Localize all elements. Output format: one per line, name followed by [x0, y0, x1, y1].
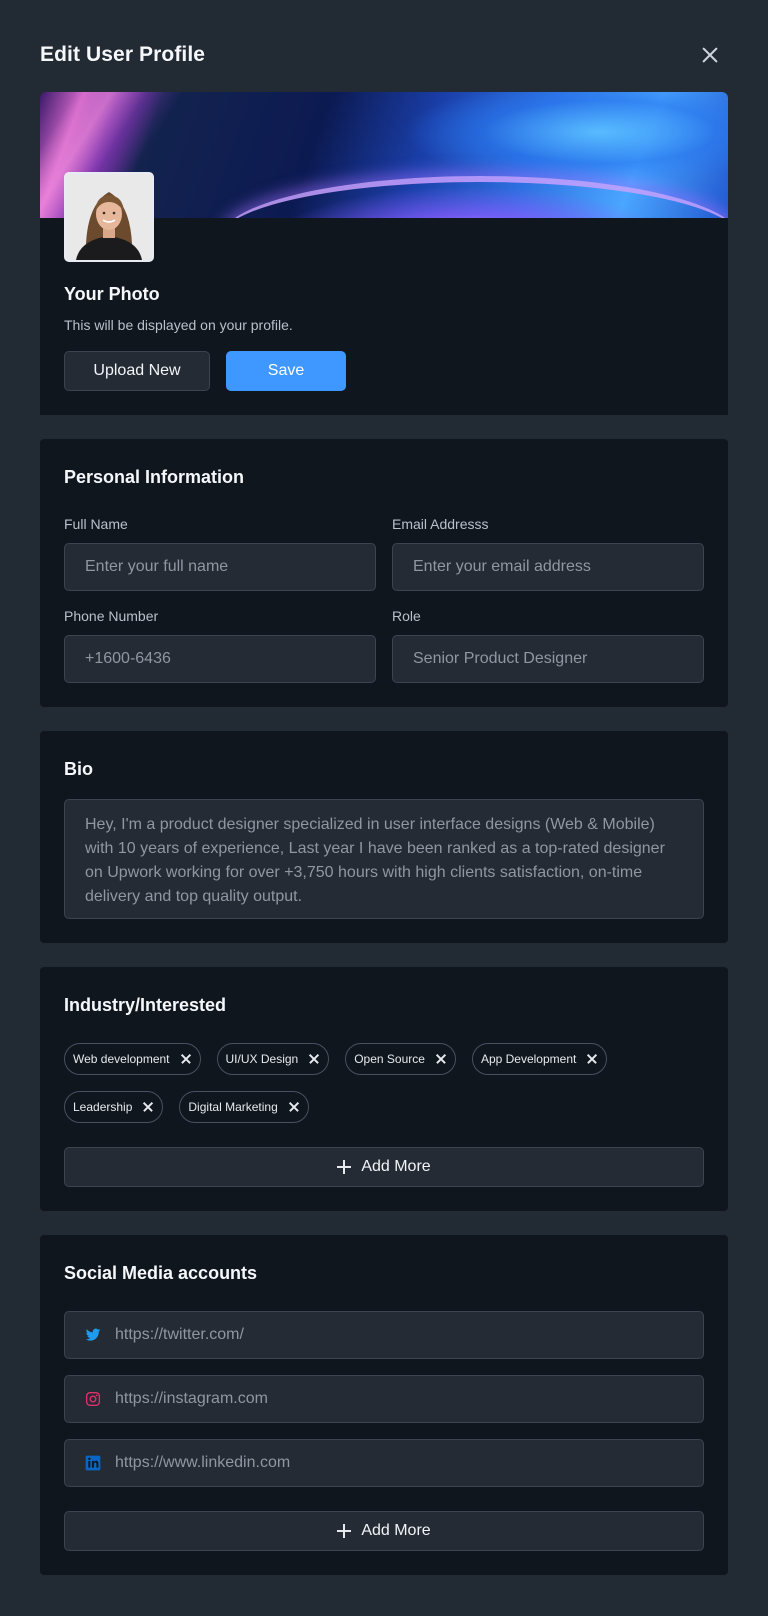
twitter-field[interactable]: https://twitter.com/: [64, 1311, 704, 1359]
full-name-field[interactable]: Enter your full name: [64, 543, 376, 591]
email-field[interactable]: Enter your email address: [392, 543, 704, 591]
dialog-header: Edit User Profile: [40, 40, 728, 70]
instagram-field[interactable]: https://instagram.com: [64, 1375, 704, 1423]
email-placeholder: Enter your email address: [413, 558, 591, 575]
tag-label: Open Source: [354, 1052, 425, 1066]
avatar-portrait-image: [66, 174, 152, 260]
remove-tag-icon[interactable]: [308, 1053, 320, 1065]
close-icon[interactable]: [698, 43, 722, 67]
edit-profile-dialog: Edit User Profile Your Photo This will b…: [0, 0, 768, 1616]
linkedin-icon: [85, 1455, 101, 1471]
remove-tag-icon[interactable]: [288, 1101, 300, 1113]
add-more-label: Add More: [361, 1522, 431, 1539]
dialog-title: Edit User Profile: [40, 43, 206, 66]
plus-icon: [337, 1524, 352, 1538]
tag-label: Web development: [73, 1052, 170, 1066]
remove-tag-icon[interactable]: [435, 1053, 447, 1065]
instagram-url: https://instagram.com: [115, 1390, 268, 1407]
industry-tag[interactable]: App Development: [471, 1043, 608, 1075]
social-media-title: Social Media accounts: [64, 1263, 258, 1283]
phone-field[interactable]: +1600-6436: [64, 635, 376, 683]
industry-card: Industry/Interested Web development UI/U…: [40, 967, 728, 1211]
personal-information-title: Personal Information: [64, 467, 245, 487]
industry-tags: Web development UI/UX Design Open Source…: [64, 1043, 704, 1123]
linkedin-url: https://www.linkedin.com: [115, 1454, 291, 1471]
social-media-card: Social Media accounts https://twitter.co…: [40, 1235, 728, 1575]
tag-label: App Development: [480, 1052, 577, 1066]
role-field[interactable]: Senior Product Designer: [392, 635, 704, 683]
save-button[interactable]: Save: [226, 351, 346, 391]
industry-tag[interactable]: Open Source: [345, 1043, 456, 1075]
instagram-icon: [85, 1391, 101, 1407]
tag-label: Leadership: [73, 1100, 133, 1114]
add-more-social-button[interactable]: Add More: [64, 1511, 704, 1551]
bio-card: Bio Hey, I'm a product designer speciali…: [40, 731, 728, 943]
add-more-industry-button[interactable]: Add More: [64, 1147, 704, 1187]
remove-tag-icon[interactable]: [142, 1101, 154, 1113]
photo-title: Your Photo: [64, 284, 160, 304]
industry-title: Industry/Interested: [64, 995, 227, 1015]
linkedin-field[interactable]: https://www.linkedin.com: [64, 1439, 704, 1487]
photo-subtitle: This will be displayed on your profile.: [64, 317, 293, 333]
role-label: Role: [392, 608, 421, 624]
twitter-url: https://twitter.com/: [115, 1326, 244, 1343]
phone-label: Phone Number: [64, 608, 159, 624]
avatar[interactable]: [64, 172, 154, 262]
personal-information-card: Personal Information Full Name Enter you…: [40, 439, 728, 707]
industry-tag[interactable]: Digital Marketing: [179, 1091, 309, 1123]
add-more-label: Add More: [361, 1158, 431, 1175]
industry-tag[interactable]: Leadership: [64, 1091, 164, 1123]
tag-label: Digital Marketing: [188, 1100, 278, 1114]
plus-icon: [337, 1160, 352, 1174]
twitter-icon: [85, 1327, 101, 1343]
tag-label: UI/UX Design: [225, 1052, 299, 1066]
bio-title: Bio: [64, 759, 93, 779]
photo-card: Your Photo This will be displayed on you…: [40, 92, 728, 415]
upload-new-button[interactable]: Upload New: [64, 351, 210, 391]
remove-tag-icon[interactable]: [180, 1053, 192, 1065]
photo-actions: Upload New Save: [64, 351, 346, 391]
email-label: Email Addresss: [392, 516, 489, 532]
industry-tag[interactable]: Web development: [64, 1043, 201, 1075]
full-name-label: Full Name: [64, 516, 128, 532]
bio-textarea[interactable]: Hey, I'm a product designer specialized …: [64, 799, 704, 919]
role-value: Senior Product Designer: [413, 650, 588, 667]
remove-tag-icon[interactable]: [586, 1053, 598, 1065]
industry-tag[interactable]: UI/UX Design: [216, 1043, 330, 1075]
full-name-placeholder: Enter your full name: [85, 558, 229, 575]
phone-value: +1600-6436: [85, 650, 171, 667]
